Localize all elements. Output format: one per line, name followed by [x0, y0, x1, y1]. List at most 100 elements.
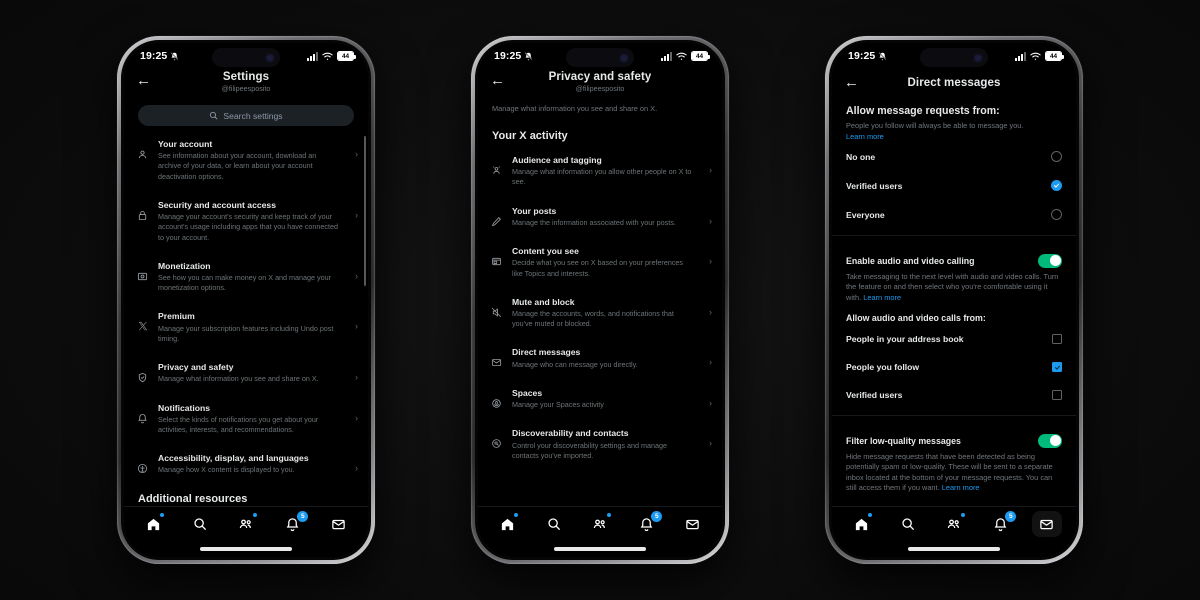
- battery-icon: 44: [691, 51, 710, 61]
- home-icon: [147, 518, 159, 530]
- row-desc: Control your discoverability settings an…: [512, 440, 668, 460]
- nav-notifications[interactable]: 5: [631, 511, 663, 537]
- nav-messages[interactable]: [678, 511, 708, 537]
- person-icon: [136, 139, 149, 160]
- option-label: No one: [846, 151, 876, 162]
- row-title: Notifications: [158, 402, 211, 413]
- privacy-list[interactable]: Your X activity Audience and tagging Man…: [478, 122, 722, 506]
- option-label: Verified users: [846, 180, 903, 191]
- settings-row-security[interactable]: Security and account access Manage your …: [124, 191, 368, 252]
- filter-toggle[interactable]: [1038, 434, 1062, 448]
- nav-communities[interactable]: [585, 511, 615, 537]
- phones-stage: 19:25 44 ← Settings @filipeesposito Sear…: [0, 0, 1200, 600]
- nav-notifications[interactable]: 5: [277, 511, 309, 537]
- checkbox-icon[interactable]: [1052, 334, 1062, 345]
- radio-option-verified-users[interactable]: Verified users: [846, 171, 1062, 200]
- nav-home[interactable]: [492, 511, 522, 537]
- home-icon: [855, 518, 867, 530]
- settings-row-notifications[interactable]: Notifications Select the kinds of notifi…: [124, 394, 368, 445]
- radio-option-everyone[interactable]: Everyone: [846, 200, 1062, 229]
- learn-more-link-calling[interactable]: Learn more: [863, 293, 901, 302]
- radio-option-no-one[interactable]: No one: [846, 142, 1062, 171]
- option-label: Verified users: [846, 390, 903, 401]
- wifi-icon: [676, 52, 687, 60]
- settings-list[interactable]: Your account See information about your …: [124, 130, 368, 506]
- privacy-row-discoverability[interactable]: Discoverability and contacts Control you…: [478, 419, 722, 470]
- learn-more-link-requests[interactable]: Learn more: [846, 132, 884, 141]
- chevron-right-icon: ›: [709, 397, 712, 408]
- radio-icon[interactable]: [1051, 151, 1062, 163]
- radio-icon[interactable]: [1051, 209, 1062, 221]
- nav-communities[interactable]: [939, 511, 969, 537]
- nav-search[interactable]: [185, 511, 215, 537]
- chevron-right-icon: ›: [355, 209, 358, 220]
- back-button[interactable]: ←: [844, 73, 864, 93]
- screen-privacy: 19:25 44 ← Privacy and safety @filipeesp…: [478, 43, 722, 557]
- privacy-row-spaces[interactable]: Spaces Manage your Spaces activity ›: [478, 379, 722, 419]
- nav-search[interactable]: [893, 511, 923, 537]
- privacy-row-content[interactable]: Content you see Decide what you see on X…: [478, 237, 722, 288]
- row-title: Your account: [158, 139, 213, 149]
- checkbox-option-address-book[interactable]: People in your address book: [846, 325, 1062, 353]
- row-title: Discoverability and contacts: [512, 428, 629, 439]
- shield-check-icon: [136, 362, 149, 383]
- row-desc: Manage the accounts, words, and notifica…: [512, 309, 674, 329]
- allow-requests-heading: Allow message requests from:: [846, 105, 1000, 117]
- checkbox-icon[interactable]: [1052, 390, 1062, 401]
- nav-messages[interactable]: [1031, 511, 1062, 537]
- learn-more-link-filter[interactable]: Learn more: [942, 483, 980, 492]
- lock-icon: [136, 200, 149, 221]
- nav-home[interactable]: [138, 511, 168, 537]
- nav-home[interactable]: [846, 511, 876, 537]
- checkbox-option-people-you-follow[interactable]: People you follow: [846, 353, 1062, 381]
- settings-row-privacy[interactable]: Privacy and safety Manage what informati…: [124, 353, 368, 393]
- privacy-row-audience[interactable]: Audience and tagging Manage what informa…: [478, 146, 722, 197]
- settings-row-monetization[interactable]: Monetization See how you can make money …: [124, 252, 368, 303]
- bell-slash-icon: [879, 51, 887, 60]
- privacy-row-direct-messages[interactable]: Direct messages Manage who can message y…: [478, 338, 722, 378]
- settings-row-your-account[interactable]: Your account See information about your …: [124, 130, 368, 191]
- screen-direct-messages: 19:25 44 ← Direct messages Allow message…: [832, 43, 1076, 557]
- chevron-right-icon: ›: [709, 215, 712, 226]
- nav-messages[interactable]: [324, 511, 354, 537]
- island-sensor: [267, 54, 273, 61]
- chevron-right-icon: ›: [355, 412, 358, 423]
- phone-bezel: 19:25 44 ← Privacy and safety @filipeesp…: [475, 40, 725, 560]
- settings-row-premium[interactable]: Premium Manage your subscription feature…: [124, 302, 368, 353]
- option-label: Everyone: [846, 209, 885, 220]
- envelope-icon: [332, 519, 345, 529]
- cellular-icon: [661, 51, 672, 61]
- chevron-right-icon: ›: [709, 164, 712, 175]
- settings-row-accessibility[interactable]: Accessibility, display, and languages Ma…: [124, 444, 368, 484]
- scrollbar[interactable]: [364, 136, 366, 286]
- bell-slash-icon: [171, 51, 179, 60]
- communities-icon: [947, 519, 959, 529]
- row-title: Premium: [158, 311, 195, 322]
- calls-from-heading: Allow audio and video calls from:: [846, 313, 986, 324]
- privacy-row-your-posts[interactable]: Your posts Manage the information associ…: [478, 197, 722, 237]
- nav-communities[interactable]: [231, 511, 261, 537]
- checkbox-icon-checked[interactable]: [1052, 362, 1062, 373]
- back-button[interactable]: ←: [136, 71, 156, 91]
- communities-badge-dot: [606, 513, 611, 517]
- search-icon: [547, 518, 560, 530]
- home-badge-dot: [514, 513, 519, 517]
- row-desc: Manage your subscription features includ…: [158, 323, 334, 343]
- chevron-right-icon: ›: [709, 306, 712, 317]
- notifications-badge: 5: [1005, 511, 1017, 522]
- row-title: Your posts: [512, 205, 557, 216]
- nav-search[interactable]: [539, 511, 569, 537]
- radio-icon-selected[interactable]: [1051, 180, 1062, 192]
- nav-notifications[interactable]: 5: [985, 511, 1017, 537]
- row-title: Direct messages: [512, 347, 581, 358]
- chevron-right-icon: ›: [355, 321, 358, 332]
- search-input[interactable]: Search settings: [138, 105, 354, 126]
- back-button[interactable]: ←: [490, 71, 510, 91]
- privacy-row-mute-block[interactable]: Mute and block Manage the accounts, word…: [478, 288, 722, 339]
- checkbox-option-verified-users[interactable]: Verified users: [846, 381, 1062, 409]
- dm-settings-list[interactable]: Allow message requests from: People you …: [832, 95, 1076, 506]
- island-sensor: [621, 54, 627, 61]
- status-time: 19:25: [494, 50, 522, 62]
- calling-toggle[interactable]: [1038, 254, 1062, 268]
- mute-icon: [490, 297, 503, 318]
